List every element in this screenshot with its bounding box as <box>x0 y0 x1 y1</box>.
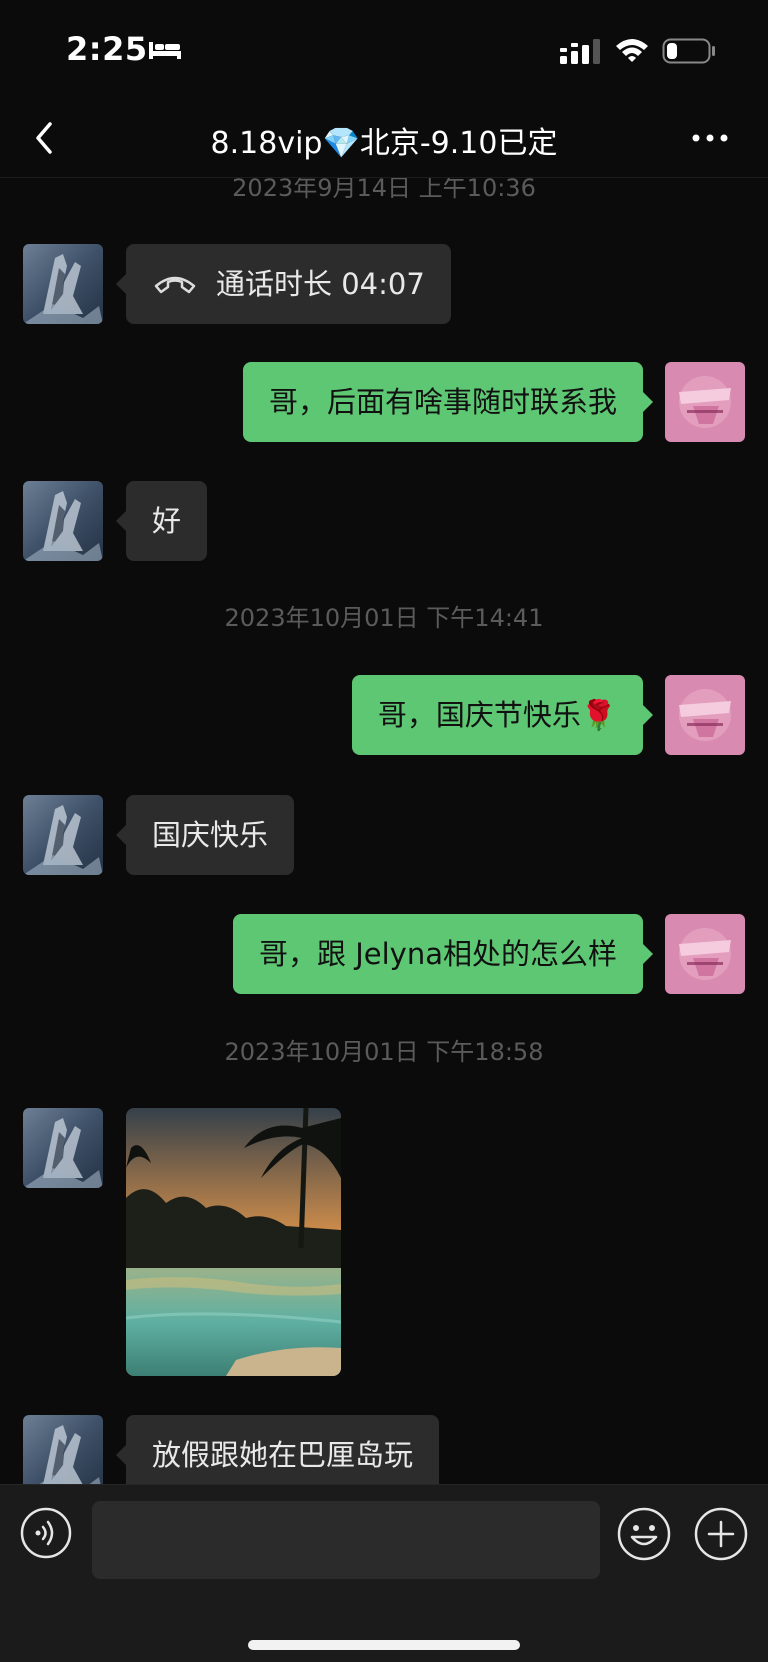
timestamp: 2023年9月14日 上午10:36 <box>232 178 536 202</box>
chat-header: 8.18vip💎北京-9.10已定 <box>0 100 768 178</box>
contact-avatar[interactable] <box>23 1415 103 1484</box>
battery-icon <box>662 38 715 64</box>
message-text: 放假跟她在巴厘岛玩 <box>152 1438 414 1472</box>
message-text: 哥，跟 Jelyna相处的怎么样 <box>259 937 617 971</box>
pink-logo-avatar <box>665 362 745 442</box>
praying-hands-avatar <box>23 481 103 561</box>
contact-avatar[interactable] <box>23 244 103 324</box>
wifi-icon <box>616 39 648 62</box>
message-text: 好 <box>152 504 182 538</box>
self-avatar[interactable] <box>665 362 745 442</box>
timestamp: 2023年10月01日 下午14:41 <box>224 604 544 632</box>
plus-icon[interactable] <box>694 1507 748 1561</box>
home-indicator[interactable] <box>248 1640 520 1650</box>
status-bar: 2:25 <box>0 0 768 96</box>
incoming-message[interactable]: 放假跟她在巴厘岛玩 <box>115 1415 440 1484</box>
timestamp: 2023年10月01日 下午18:58 <box>224 1038 544 1066</box>
incoming-message[interactable]: 好 <box>115 481 208 561</box>
message-text: 国庆快乐 <box>152 818 269 852</box>
bed-icon <box>149 42 181 59</box>
outgoing-message[interactable]: 哥，国庆节快乐🌹 <box>351 675 654 755</box>
outgoing-message[interactable]: 哥，跟 Jelyna相处的怎么样 <box>233 914 653 994</box>
contact-avatar[interactable] <box>23 481 103 561</box>
pink-logo-avatar <box>665 675 745 755</box>
chat-title[interactable]: 8.18vip💎北京-9.10已定 <box>100 118 668 162</box>
praying-hands-avatar <box>23 244 103 324</box>
input-bar <box>0 1484 768 1662</box>
call-record-bubble[interactable]: 通话时长 04:07 <box>116 244 451 324</box>
more-dots-icon[interactable] <box>690 128 730 148</box>
self-avatar[interactable] <box>665 914 745 994</box>
sunset-pool-photo <box>126 1108 341 1376</box>
voice-mode-icon[interactable] <box>20 1507 72 1559</box>
self-avatar[interactable] <box>665 675 745 755</box>
chevron-left-icon[interactable] <box>30 118 60 158</box>
praying-hands-avatar <box>23 1108 103 1188</box>
pink-logo-avatar <box>665 914 745 994</box>
contact-avatar[interactable] <box>23 795 103 875</box>
message-text: 哥，国庆节快乐🌹 <box>377 698 617 732</box>
message-text: 哥，后面有啥事随时联系我 <box>268 385 617 419</box>
cellular-signal-icon <box>560 39 600 64</box>
status-time: 2:25 <box>66 30 148 68</box>
message-input[interactable] <box>92 1501 600 1579</box>
contact-avatar[interactable] <box>23 1108 103 1188</box>
incoming-message[interactable]: 国庆快乐 <box>115 795 295 875</box>
praying-hands-avatar <box>23 795 103 875</box>
outgoing-message[interactable]: 哥，后面有啥事随时联系我 <box>242 362 654 442</box>
image-message[interactable] <box>126 1108 341 1376</box>
message-list[interactable]: 2023年9月14日 上午10:36 通话时长 04:07 哥，后面有啥事随时联… <box>0 178 768 1484</box>
emoji-icon[interactable] <box>617 1507 671 1561</box>
phone-hangup-icon <box>154 276 196 294</box>
call-duration-label: 通话时长 04:07 <box>216 267 425 301</box>
praying-hands-avatar <box>23 1415 103 1484</box>
